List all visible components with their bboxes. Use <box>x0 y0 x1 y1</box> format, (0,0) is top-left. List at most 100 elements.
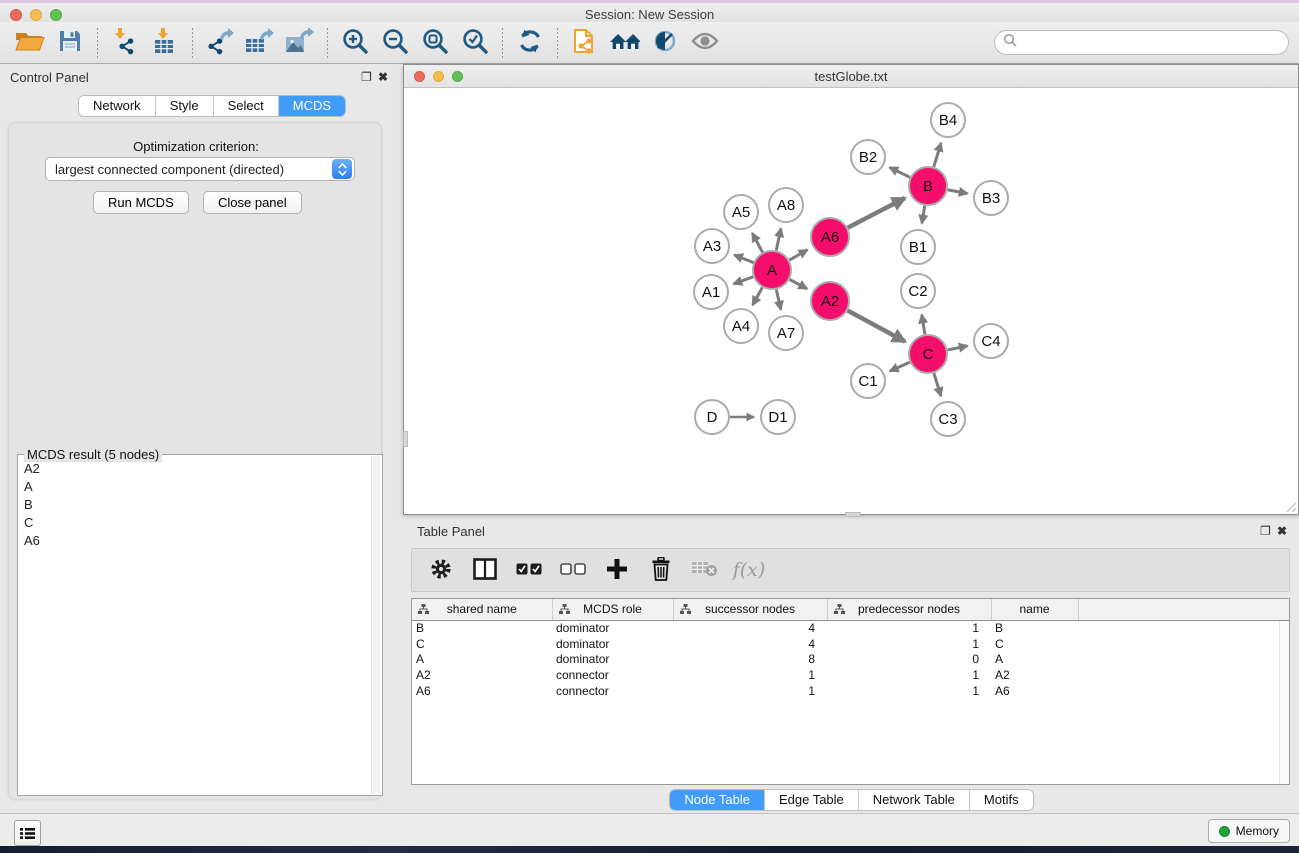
import-table-button[interactable] <box>145 26 185 60</box>
mcds-result-item[interactable]: C <box>20 513 370 531</box>
graph-edge-A-A6[interactable] <box>789 250 807 260</box>
column-header-successor-nodes[interactable]: successor nodes <box>673 599 827 620</box>
hide-graphics-button[interactable] <box>645 26 685 60</box>
mcds-result-item[interactable]: A6 <box>20 531 370 549</box>
table-tab-network-table[interactable]: Network Table <box>858 790 969 810</box>
show-graphics-button[interactable] <box>685 26 725 60</box>
new-network-from-file-button[interactable] <box>565 26 605 60</box>
mcds-result-item[interactable]: B <box>20 495 370 513</box>
network-canvas[interactable]: AA6A2BCA1A3A4A5A7A8B1B2B3B4C1C2C3C4DD1 <box>405 88 1298 514</box>
unselect-all-button[interactable] <box>558 553 588 587</box>
table-panel-float-button[interactable]: ❐ <box>1260 525 1271 537</box>
graph-node-C4[interactable]: C4 <box>974 324 1008 358</box>
zoom-in-button[interactable] <box>335 26 375 60</box>
control-panel-float-button[interactable]: ❐ <box>361 71 372 83</box>
graph-edge-A-A8[interactable] <box>776 228 781 250</box>
graph-edge-B-B1[interactable] <box>922 206 925 224</box>
export-image-button[interactable] <box>280 26 320 60</box>
home-layout-button[interactable] <box>605 26 645 60</box>
graph-node-D[interactable]: D <box>695 400 729 434</box>
graph-node-A[interactable]: A <box>753 251 791 289</box>
graph-node-B3[interactable]: B3 <box>974 181 1008 215</box>
open-file-button[interactable] <box>10 26 50 60</box>
table-scrollbar[interactable] <box>1279 621 1289 784</box>
resize-grip-icon[interactable] <box>1286 502 1297 513</box>
graph-node-C1[interactable]: C1 <box>851 364 885 398</box>
graph-edge-A-A5[interactable] <box>752 233 762 252</box>
graph-node-A7[interactable]: A7 <box>769 316 803 350</box>
graph-node-B4[interactable]: B4 <box>931 103 965 137</box>
table-row[interactable]: A2connector11A2 <box>412 667 1289 683</box>
import-network-button[interactable] <box>105 26 145 60</box>
table-row[interactable]: Bdominator41B <box>412 620 1289 636</box>
graph-edge-B-B2[interactable] <box>890 167 910 177</box>
graph-node-A6[interactable]: A6 <box>811 218 849 256</box>
graph-node-D1[interactable]: D1 <box>761 400 795 434</box>
graph-node-A3[interactable]: A3 <box>695 229 729 263</box>
task-history-button[interactable] <box>14 820 41 846</box>
close-panel-button[interactable]: Close panel <box>203 191 302 214</box>
table-tab-node-table[interactable]: Node Table <box>670 790 764 810</box>
graph-node-A4[interactable]: A4 <box>724 309 758 343</box>
graph-node-B2[interactable]: B2 <box>851 140 885 174</box>
refresh-button[interactable] <box>510 26 550 60</box>
zoom-fit-button[interactable] <box>415 26 455 60</box>
graph-node-A5[interactable]: A5 <box>724 195 758 229</box>
zoom-out-button[interactable] <box>375 26 415 60</box>
run-mcds-button[interactable]: Run MCDS <box>93 191 189 214</box>
graph-edge-A-A7[interactable] <box>776 290 780 310</box>
graph-node-C2[interactable]: C2 <box>901 274 935 308</box>
graph-edge-B-B4[interactable] <box>934 143 941 167</box>
column-header-name[interactable]: name <box>991 599 1078 620</box>
tab-style[interactable]: Style <box>155 96 213 116</box>
zoom-selected-button[interactable] <box>455 26 495 60</box>
left-splitter-handle[interactable] <box>403 431 408 447</box>
table-row[interactable]: Cdominator41C <box>412 636 1289 652</box>
bottom-splitter-handle[interactable] <box>845 512 861 517</box>
columns-button[interactable] <box>470 553 500 587</box>
graph-node-A1[interactable]: A1 <box>694 275 728 309</box>
network-window-title-bar[interactable]: testGlobe.txt <box>404 65 1298 88</box>
criterion-dropdown[interactable]: largest connected component (directed) <box>45 157 355 181</box>
graph-edge-C-C4[interactable] <box>948 346 968 350</box>
table-row[interactable]: Adominator80A <box>412 651 1289 667</box>
graph-edge-A-A1[interactable] <box>734 277 754 284</box>
export-table-button[interactable] <box>240 26 280 60</box>
mcds-result-list[interactable]: A2ABCA6 <box>20 459 370 793</box>
column-header-predecessor-nodes[interactable]: predecessor nodes <box>827 599 991 620</box>
save-session-button[interactable] <box>50 26 90 60</box>
graph-edge-A-A2[interactable] <box>790 279 807 288</box>
memory-button[interactable]: Memory <box>1208 819 1290 843</box>
table-tab-edge-table[interactable]: Edge Table <box>764 790 858 810</box>
table-tab-motifs[interactable]: Motifs <box>969 790 1033 810</box>
graph-edge-C-C2[interactable] <box>922 315 925 335</box>
graph-edge-C-C3[interactable] <box>934 373 941 396</box>
control-panel-close-button[interactable]: ✖ <box>378 71 388 83</box>
delete-table-button[interactable] <box>690 553 720 587</box>
graph-edge-B-B3[interactable] <box>948 190 968 194</box>
graph-edge-A2-C[interactable] <box>848 311 906 342</box>
graph-node-C3[interactable]: C3 <box>931 402 965 436</box>
select-all-button[interactable] <box>514 553 544 587</box>
column-header-mcds-role[interactable]: MCDS role <box>552 599 673 620</box>
column-header-shared-name[interactable]: shared name <box>412 599 552 620</box>
graph-node-A2[interactable]: A2 <box>811 282 849 320</box>
graph-edge-A-A3[interactable] <box>734 255 753 263</box>
graph-node-C[interactable]: C <box>909 335 947 373</box>
mcds-result-scrollbar[interactable] <box>371 456 381 794</box>
tab-select[interactable]: Select <box>213 96 278 116</box>
add-button[interactable] <box>602 553 632 587</box>
gear-button[interactable] <box>426 553 456 587</box>
trash-button[interactable] <box>646 553 676 587</box>
graph-edge-C-C1[interactable] <box>890 362 910 371</box>
tab-network[interactable]: Network <box>79 96 155 116</box>
function-button[interactable]: f(x) <box>734 553 764 587</box>
tab-mcds[interactable]: MCDS <box>278 96 345 116</box>
export-network-button[interactable] <box>200 26 240 60</box>
graph-edge-A6-B[interactable] <box>848 198 905 228</box>
table-row[interactable]: A6connector11A6 <box>412 683 1289 699</box>
graph-node-A8[interactable]: A8 <box>769 188 803 222</box>
search-box[interactable] <box>994 30 1289 55</box>
graph-node-B1[interactable]: B1 <box>901 230 935 264</box>
mcds-result-item[interactable]: A2 <box>20 459 370 477</box>
